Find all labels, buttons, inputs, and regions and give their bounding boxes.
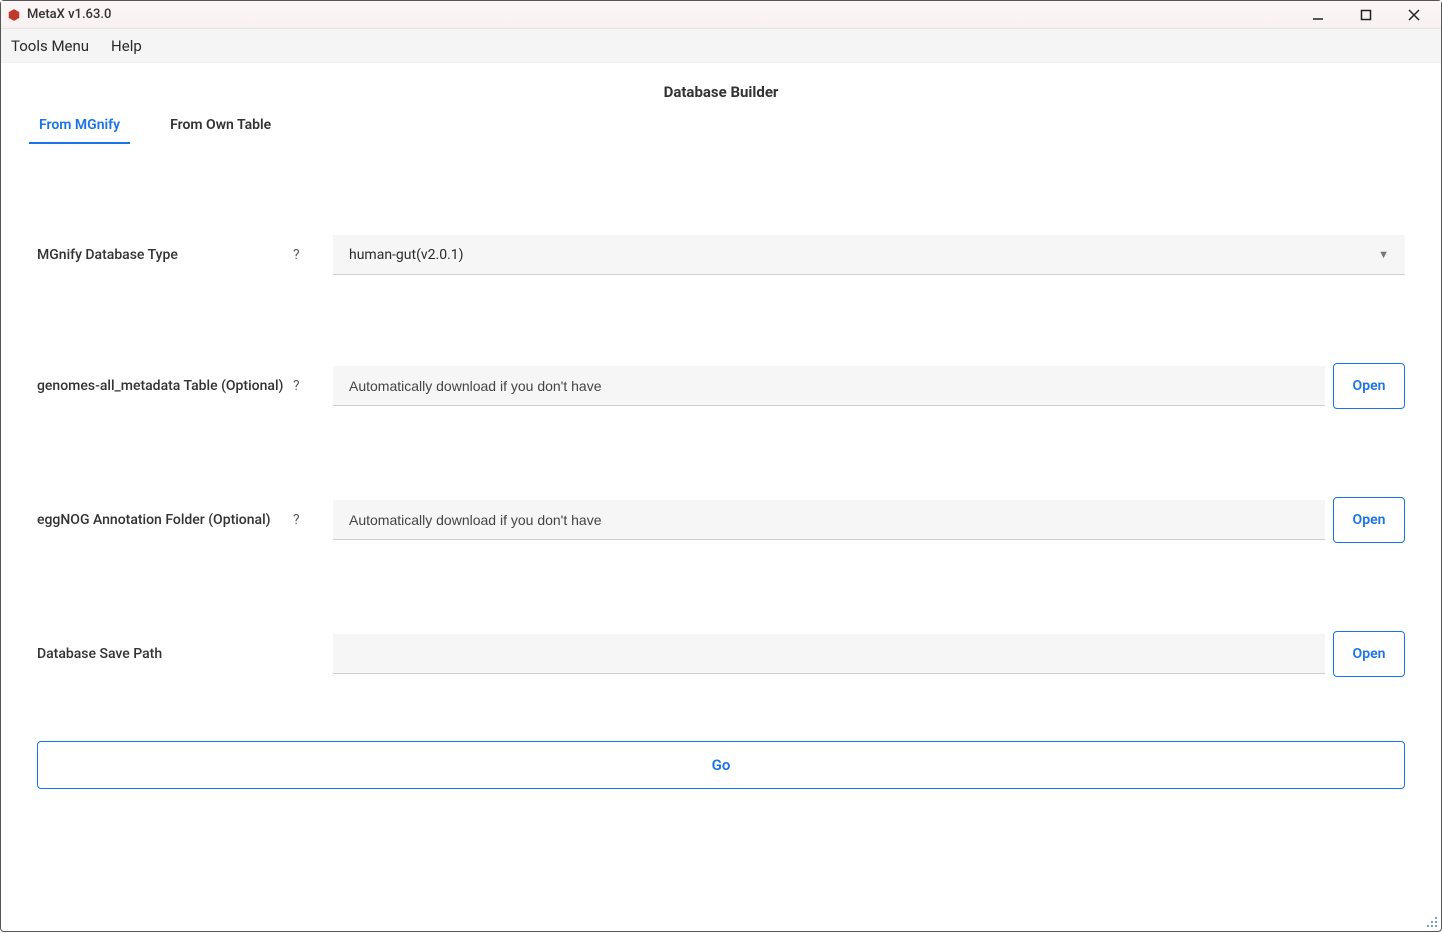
open-metadata-button[interactable]: Open [1333, 363, 1405, 409]
row-eggnog: eggNOG Annotation Folder (Optional) ? Op… [37, 497, 1405, 543]
input-save-path[interactable] [333, 634, 1325, 674]
chevron-down-icon: ▼ [1378, 248, 1389, 261]
minimize-button[interactable] [1303, 3, 1333, 27]
help-metadata[interactable]: ? [293, 378, 333, 394]
label-eggnog: eggNOG Annotation Folder (Optional) [37, 512, 293, 528]
input-metadata-path[interactable] [333, 366, 1325, 406]
tab-from-own-table[interactable]: From Own Table [160, 111, 281, 143]
input-eggnog-path[interactable] [333, 500, 1325, 540]
app-icon [7, 8, 21, 22]
open-eggnog-button[interactable]: Open [1333, 497, 1405, 543]
open-save-path-button[interactable]: Open [1333, 631, 1405, 677]
menubar: Tools Menu Help [1, 29, 1441, 63]
select-db-type[interactable]: human-gut(v2.0.1) ▼ [333, 235, 1405, 275]
content-area: Database Builder From MGnify From Own Ta… [1, 63, 1441, 931]
tab-from-mgnify[interactable]: From MGnify [29, 111, 130, 143]
close-button[interactable] [1399, 3, 1429, 27]
menu-help[interactable]: Help [107, 33, 146, 59]
go-row: Go [1, 741, 1441, 789]
select-db-type-value: human-gut(v2.0.1) [349, 247, 464, 263]
window-controls [1303, 3, 1435, 27]
row-save-path: Database Save Path Open [37, 631, 1405, 677]
help-eggnog[interactable]: ? [293, 512, 333, 528]
label-save-path: Database Save Path [37, 646, 293, 662]
resize-grip-icon[interactable] [1423, 913, 1439, 929]
titlebar: MetaX v1.63.0 [1, 1, 1441, 29]
label-metadata: genomes-all_metadata Table (Optional) [37, 378, 293, 394]
tabs: From MGnify From Own Table [1, 111, 1441, 143]
menu-tools[interactable]: Tools Menu [7, 33, 93, 59]
maximize-button[interactable] [1351, 3, 1381, 27]
form-area: MGnify Database Type ? human-gut(v2.0.1)… [1, 143, 1441, 677]
window-title: MetaX v1.63.0 [27, 7, 111, 22]
page-title: Database Builder [1, 63, 1441, 111]
go-button[interactable]: Go [37, 741, 1405, 789]
row-metadata: genomes-all_metadata Table (Optional) ? … [37, 363, 1405, 409]
row-db-type: MGnify Database Type ? human-gut(v2.0.1)… [37, 235, 1405, 275]
help-db-type[interactable]: ? [293, 247, 333, 263]
label-db-type: MGnify Database Type [37, 247, 293, 263]
app-window: MetaX v1.63.0 Tools Menu Help Database B… [0, 0, 1442, 932]
